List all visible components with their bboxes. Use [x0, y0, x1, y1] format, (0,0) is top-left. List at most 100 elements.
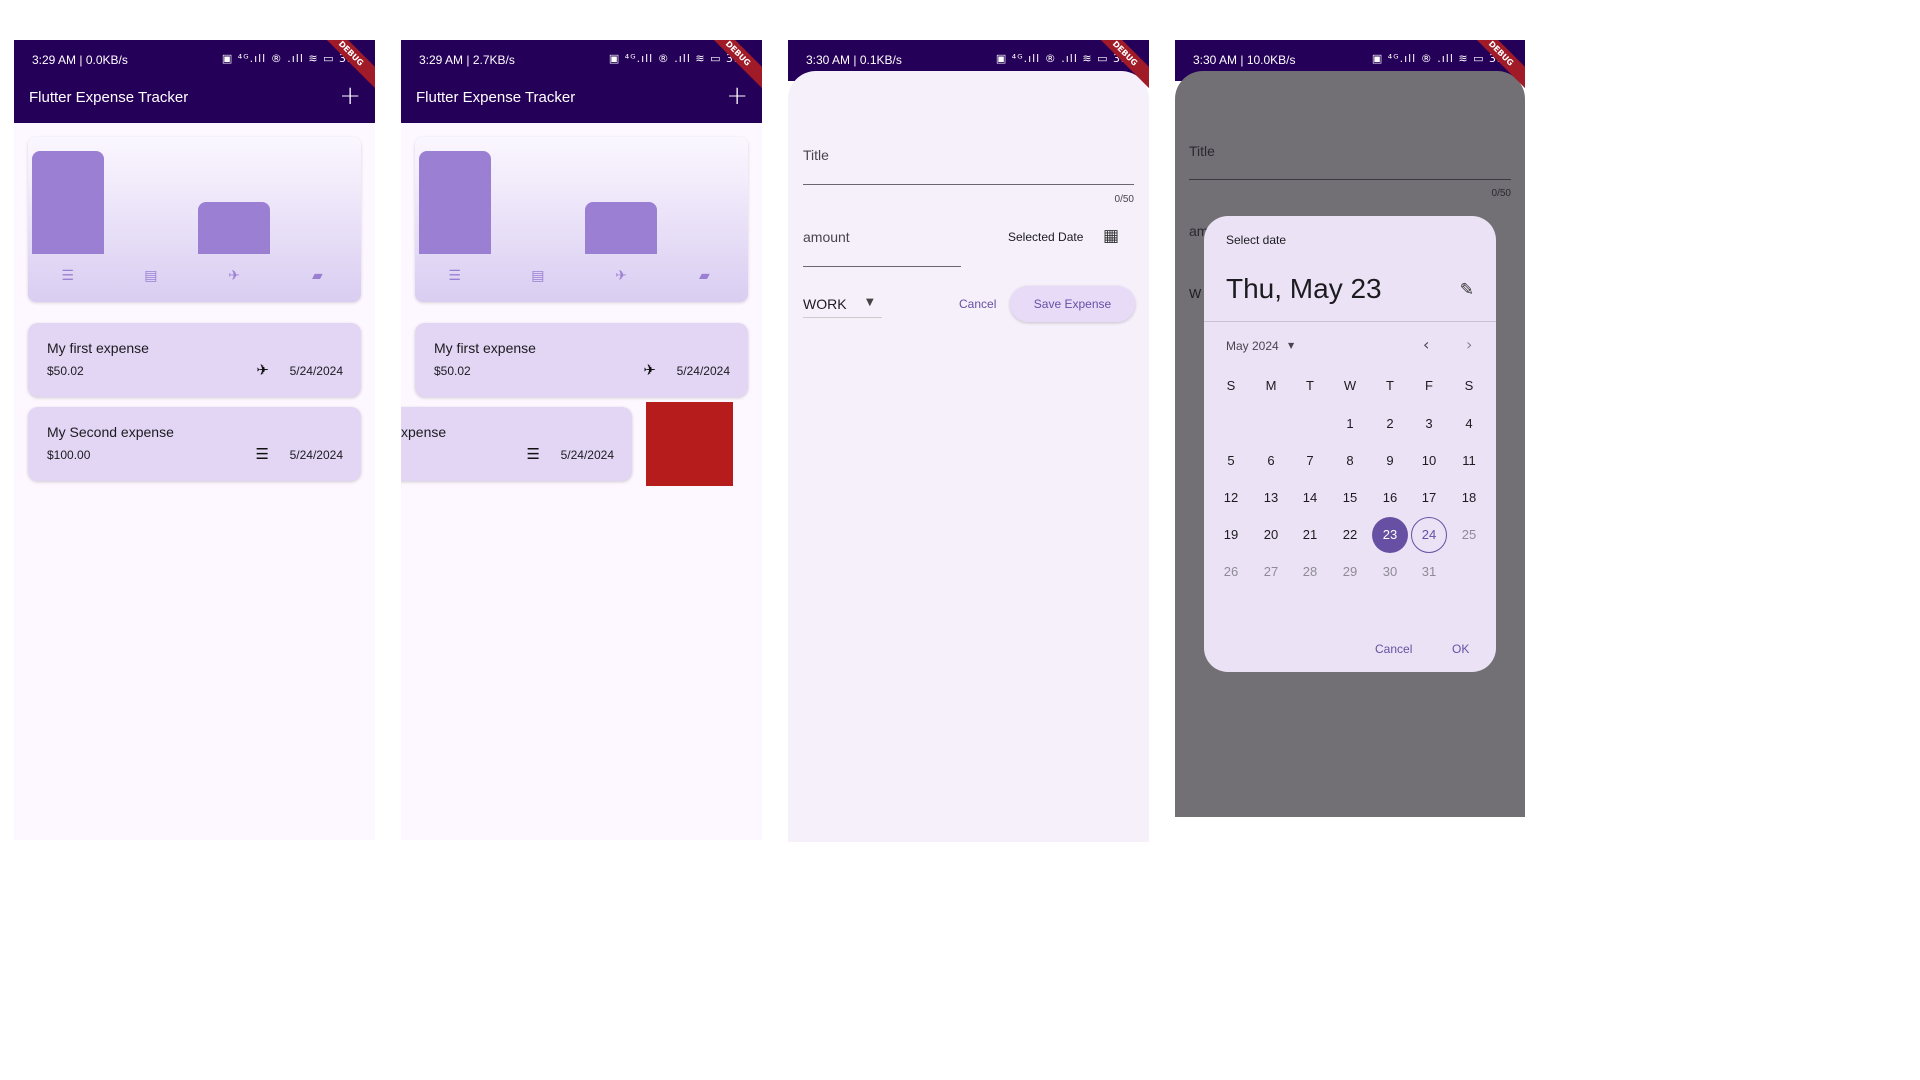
- date-picker-dialog: Select date Thu, May 23 ✎ May 2024 ▼ ‹ ›…: [1204, 216, 1496, 672]
- calendar-day[interactable]: 24: [1411, 517, 1447, 553]
- calendar-day[interactable]: 16: [1372, 480, 1408, 516]
- calendar-day[interactable]: 6: [1253, 443, 1289, 479]
- hamburger-icon: ☰: [255, 445, 269, 463]
- chart-bar-food: [31, 151, 104, 254]
- dropdown-arrow-icon[interactable]: ▼: [866, 297, 874, 308]
- bottom-sheet: Title 0/50 amount Selected Date ▦ WORK ▼…: [788, 71, 1149, 842]
- plus-icon[interactable]: +: [339, 81, 361, 111]
- calendar-day[interactable]: 22: [1332, 517, 1368, 553]
- calendar-day[interactable]: 2: [1372, 406, 1408, 442]
- expense-chart: ☰ ▤ ✈ ▰: [415, 137, 748, 302]
- calendar-day[interactable]: 14: [1292, 480, 1328, 516]
- calendar-day[interactable]: 17: [1411, 480, 1447, 516]
- save-expense-button[interactable]: Save Expense: [1010, 286, 1135, 322]
- flight-takeoff-icon: ✈: [643, 361, 656, 379]
- app-bar: Flutter Expense Tracker +: [14, 81, 375, 123]
- category-dropdown[interactable]: WORK: [803, 296, 847, 312]
- calendar-day[interactable]: 20: [1253, 517, 1289, 553]
- movie-icon: ▤: [144, 268, 158, 284]
- status-icons: ▣ ⁴ᴳ.ıll ® .ıll ≋ ▭ 35: [1371, 52, 1505, 65]
- calendar-day[interactable]: 19: [1213, 517, 1249, 553]
- briefcase-icon: ▰: [698, 268, 710, 284]
- picker-header: Select date: [1226, 233, 1287, 247]
- hamburger-icon: ☰: [61, 268, 74, 284]
- calendar-day[interactable]: 8: [1332, 443, 1368, 479]
- calendar-day[interactable]: 15: [1332, 480, 1368, 516]
- calendar-day[interactable]: 11: [1451, 443, 1487, 479]
- amount-field[interactable]: amount: [803, 229, 850, 245]
- month-year-selector[interactable]: May 2024: [1226, 339, 1279, 353]
- calendar-day[interactable]: 7: [1292, 443, 1328, 479]
- bg-title-field: Title: [1189, 143, 1215, 159]
- calendar-day[interactable]: 10: [1411, 443, 1447, 479]
- expense-date: 5/24/2024: [560, 448, 614, 462]
- chevron-right-icon[interactable]: ›: [1466, 335, 1472, 354]
- calendar-day[interactable]: 9: [1372, 443, 1408, 479]
- movie-icon: ▤: [531, 268, 545, 284]
- dropdown-underline: [803, 317, 882, 318]
- screen-expense-list: 3:29 AM | 0.0KB/s ▣ ⁴ᴳ.ıll ® .ıll ≋ ▭ 35…: [14, 40, 375, 840]
- ok-button[interactable]: OK: [1452, 642, 1469, 656]
- chevron-left-icon[interactable]: ‹: [1423, 335, 1429, 354]
- title-underline: [803, 184, 1134, 185]
- status-time: 3:30 AM | 10.0KB/s: [1193, 53, 1296, 67]
- char-counter: 0/50: [1114, 194, 1134, 205]
- weekday-label: M: [1265, 378, 1277, 393]
- expense-date: 5/24/2024: [289, 364, 343, 378]
- calendar-day[interactable]: 5: [1213, 443, 1249, 479]
- expense-card[interactable]: My first expense $50.02 ✈ 5/24/2024: [415, 323, 748, 397]
- calendar-day[interactable]: 4: [1451, 406, 1487, 442]
- chart-bar-food: [418, 151, 491, 254]
- status-time: 3:29 AM | 2.7KB/s: [419, 53, 515, 67]
- expense-title: xpense: [401, 424, 447, 440]
- app-bar: Flutter Expense Tracker +: [401, 81, 762, 123]
- calendar-icon[interactable]: ▦: [1103, 226, 1119, 246]
- title-field[interactable]: Title: [803, 147, 829, 163]
- hamburger-icon: ☰: [448, 268, 461, 284]
- calendar-day[interactable]: 26: [1213, 554, 1249, 590]
- pencil-icon[interactable]: ✎: [1460, 280, 1474, 300]
- calendar-day[interactable]: 18: [1451, 480, 1487, 516]
- expense-title: My first expense: [47, 340, 149, 356]
- screen-swipe-dismiss: 3:29 AM | 2.7KB/s ▣ ⁴ᴳ.ıll ® .ıll ≋ ▭ 35…: [401, 40, 762, 840]
- expense-card-swiping[interactable]: xpense ☰ 5/24/2024: [401, 407, 632, 481]
- status-icons: ▣ ⁴ᴳ.ıll ® .ıll ≋ ▭ 35: [995, 52, 1129, 65]
- calendar-day[interactable]: 27: [1253, 554, 1289, 590]
- calendar-day[interactable]: 13: [1253, 480, 1289, 516]
- bg-counter: 0/50: [1491, 188, 1511, 199]
- calendar-day[interactable]: 12: [1213, 480, 1249, 516]
- weekday-label: F: [1425, 378, 1433, 393]
- calendar-day[interactable]: 25: [1451, 517, 1487, 553]
- plus-icon[interactable]: +: [726, 81, 748, 111]
- dropdown-arrow-icon[interactable]: ▼: [1288, 341, 1294, 350]
- screen-new-expense: 3:30 AM | 0.1KB/s ▣ ⁴ᴳ.ıll ® .ıll ≋ ▭ 35…: [788, 40, 1149, 842]
- bg-title-underline: [1189, 179, 1511, 180]
- expense-amount: $50.02: [47, 364, 84, 378]
- expense-card[interactable]: My first expense $50.02 ✈ 5/24/2024: [28, 323, 361, 397]
- calendar-day[interactable]: 28: [1292, 554, 1328, 590]
- weekday-label: T: [1306, 378, 1314, 393]
- calendar-day[interactable]: 30: [1372, 554, 1408, 590]
- hamburger-icon: ☰: [526, 445, 540, 463]
- cancel-button[interactable]: Cancel: [1375, 642, 1412, 656]
- expense-card[interactable]: My Second expense $100.00 ☰ 5/24/2024: [28, 407, 361, 481]
- amount-underline: [803, 266, 961, 267]
- expense-date: 5/24/2024: [676, 364, 730, 378]
- selected-date-label: Selected Date: [1008, 230, 1084, 244]
- briefcase-icon: ▰: [311, 268, 323, 284]
- screen-date-picker: 3:30 AM | 10.0KB/s ▣ ⁴ᴳ.ıll ® .ıll ≋ ▭ 3…: [1175, 40, 1525, 817]
- weekday-label: S: [1464, 378, 1474, 393]
- calendar-day[interactable]: 29: [1332, 554, 1368, 590]
- status-time: 3:30 AM | 0.1KB/s: [806, 53, 902, 67]
- calendar-day[interactable]: 31: [1411, 554, 1447, 590]
- calendar-day[interactable]: 1: [1332, 406, 1368, 442]
- flight-icon: ✈: [228, 268, 240, 284]
- calendar-day[interactable]: 23: [1372, 517, 1408, 553]
- expense-chart: ☰ ▤ ✈ ▰: [28, 137, 361, 302]
- calendar-day[interactable]: 3: [1411, 406, 1447, 442]
- app-title: Flutter Expense Tracker: [29, 89, 189, 106]
- calendar-day[interactable]: 21: [1292, 517, 1328, 553]
- cancel-button[interactable]: Cancel: [959, 297, 996, 311]
- weekday-label: S: [1226, 378, 1236, 393]
- status-icons: ▣ ⁴ᴳ.ıll ® .ıll ≋ ▭ 35: [221, 52, 355, 65]
